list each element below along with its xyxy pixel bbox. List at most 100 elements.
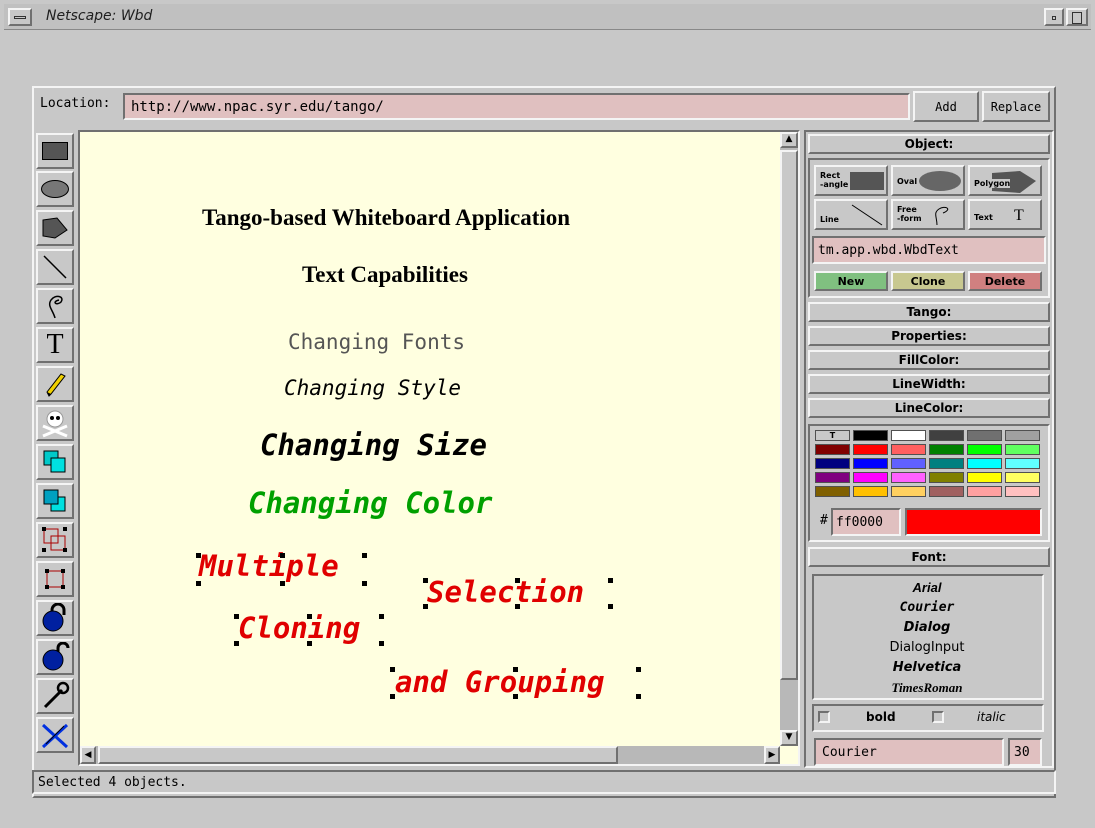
italic-checkbox[interactable] bbox=[932, 711, 944, 723]
wrench-icon[interactable] bbox=[36, 678, 74, 714]
color-swatch[interactable] bbox=[967, 472, 1002, 483]
new-button[interactable]: New bbox=[814, 271, 888, 291]
text-selection[interactable]: Selection bbox=[427, 575, 584, 609]
color-swatch[interactable] bbox=[1005, 486, 1040, 497]
color-swatch[interactable] bbox=[967, 458, 1002, 469]
maximize-button[interactable] bbox=[1066, 8, 1088, 26]
selection-handle[interactable] bbox=[636, 694, 641, 699]
color-swatch[interactable] bbox=[815, 458, 850, 469]
selection-handle[interactable] bbox=[280, 553, 285, 558]
scroll-left-arrow[interactable]: ◀ bbox=[80, 746, 96, 764]
send-to-back-icon[interactable] bbox=[36, 483, 74, 519]
color-swatch[interactable] bbox=[929, 458, 964, 469]
selection-handle[interactable] bbox=[196, 581, 201, 586]
minimize-button[interactable] bbox=[1044, 8, 1064, 26]
object-class-field[interactable]: tm.app.wbd.WbdText bbox=[812, 236, 1046, 264]
selection-handle[interactable] bbox=[362, 581, 367, 586]
font-header[interactable]: Font: bbox=[808, 547, 1050, 567]
horizontal-scroll-thumb[interactable] bbox=[98, 746, 618, 764]
text-cloning[interactable]: Cloning bbox=[238, 611, 360, 645]
unlock-icon[interactable] bbox=[36, 639, 74, 675]
replace-button[interactable]: Replace bbox=[982, 91, 1050, 122]
polygon-icon[interactable] bbox=[36, 210, 74, 246]
color-swatch[interactable] bbox=[891, 444, 926, 455]
selection-handle[interactable] bbox=[423, 578, 428, 583]
color-swatch[interactable] bbox=[1005, 430, 1040, 441]
canvas-title[interactable]: Tango-based Whiteboard Application bbox=[202, 205, 570, 231]
selection-handle[interactable] bbox=[196, 553, 201, 558]
text-changing-style[interactable]: Changing Style bbox=[284, 376, 461, 400]
color-swatch[interactable] bbox=[815, 486, 850, 497]
hex-color-input[interactable]: ff0000 bbox=[831, 508, 901, 536]
tango-header[interactable]: Tango: bbox=[808, 302, 1050, 322]
font-item-courier[interactable]: Courier bbox=[814, 600, 1040, 615]
color-swatch[interactable] bbox=[929, 472, 964, 483]
font-item-helvetica[interactable]: Helvetica bbox=[814, 660, 1040, 675]
color-swatch[interactable] bbox=[891, 486, 926, 497]
object-header[interactable]: Object: bbox=[808, 134, 1050, 154]
canvas-subtitle[interactable]: Text Capabilities bbox=[302, 262, 468, 288]
oval-shape-button[interactable]: Oval bbox=[891, 165, 965, 196]
skull-crossbones-icon[interactable] bbox=[36, 405, 74, 441]
ungroup-icon[interactable] bbox=[36, 561, 74, 597]
text-multiple[interactable]: Multiple bbox=[199, 549, 339, 583]
selection-handle[interactable] bbox=[362, 553, 367, 558]
selection-handle[interactable] bbox=[234, 614, 239, 619]
selection-handle[interactable] bbox=[608, 604, 613, 609]
vertical-scrollbar[interactable]: ▲ ▼ bbox=[780, 132, 798, 746]
clone-button[interactable]: Clone bbox=[891, 271, 965, 291]
freeform-icon[interactable] bbox=[36, 288, 74, 324]
lock-icon[interactable] bbox=[36, 600, 74, 636]
polygon-shape-button[interactable]: Polygon bbox=[968, 165, 1042, 196]
color-swatch[interactable] bbox=[929, 430, 964, 441]
transparent-swatch[interactable]: T bbox=[815, 430, 850, 441]
delete-button[interactable]: Delete bbox=[968, 271, 1042, 291]
selection-handle[interactable] bbox=[513, 667, 518, 672]
line-shape-button[interactable]: Line bbox=[814, 199, 888, 230]
scroll-down-arrow[interactable]: ▼ bbox=[780, 730, 798, 746]
color-swatch[interactable] bbox=[853, 472, 888, 483]
color-swatch[interactable] bbox=[853, 430, 888, 441]
scroll-right-arrow[interactable]: ▶ bbox=[764, 746, 780, 764]
selection-handle[interactable] bbox=[234, 641, 239, 646]
text-shape-button[interactable]: Text T bbox=[968, 199, 1042, 230]
add-button[interactable]: Add bbox=[913, 91, 979, 122]
color-swatch[interactable] bbox=[853, 486, 888, 497]
color-swatch[interactable] bbox=[815, 444, 850, 455]
color-swatch[interactable] bbox=[853, 444, 888, 455]
selection-handle[interactable] bbox=[636, 667, 641, 672]
selection-handle[interactable] bbox=[390, 667, 395, 672]
selection-handle[interactable] bbox=[515, 578, 520, 583]
font-item-dialog[interactable]: Dialog bbox=[814, 620, 1040, 635]
color-swatch[interactable] bbox=[967, 430, 1002, 441]
font-item-arial[interactable]: Arial bbox=[814, 580, 1040, 595]
selection-handle[interactable] bbox=[608, 578, 613, 583]
selection-handle[interactable] bbox=[307, 641, 312, 646]
text-changing-color[interactable]: Changing Color bbox=[248, 486, 492, 520]
rectangle-shape-button[interactable]: Rect -angle bbox=[814, 165, 888, 196]
selection-handle[interactable] bbox=[513, 694, 518, 699]
linecolor-header[interactable]: LineColor: bbox=[808, 398, 1050, 418]
color-swatch[interactable] bbox=[891, 430, 926, 441]
font-size-field[interactable]: 30 bbox=[1008, 738, 1042, 766]
cut-tools-icon[interactable] bbox=[36, 717, 74, 753]
selection-handle[interactable] bbox=[379, 614, 384, 619]
properties-header[interactable]: Properties: bbox=[808, 326, 1050, 346]
selection-handle[interactable] bbox=[390, 694, 395, 699]
bring-to-front-icon[interactable] bbox=[36, 444, 74, 480]
bold-checkbox[interactable] bbox=[818, 711, 830, 723]
selection-handle[interactable] bbox=[379, 641, 384, 646]
rectangle-icon[interactable] bbox=[36, 133, 74, 169]
color-swatch[interactable] bbox=[1005, 472, 1040, 483]
color-swatch[interactable] bbox=[929, 486, 964, 497]
fillcolor-header[interactable]: FillColor: bbox=[808, 350, 1050, 370]
url-input[interactable]: http://www.npac.syr.edu/tango/ bbox=[123, 93, 910, 120]
font-item-dialoginput[interactable]: DialogInput bbox=[814, 640, 1040, 655]
freeform-shape-button[interactable]: Free -form bbox=[891, 199, 965, 230]
selection-handle[interactable] bbox=[280, 581, 285, 586]
text-icon[interactable]: T bbox=[36, 327, 74, 363]
color-swatch[interactable] bbox=[929, 444, 964, 455]
selection-handle[interactable] bbox=[515, 604, 520, 609]
color-swatch[interactable] bbox=[967, 486, 1002, 497]
window-menu-button[interactable] bbox=[8, 8, 32, 26]
